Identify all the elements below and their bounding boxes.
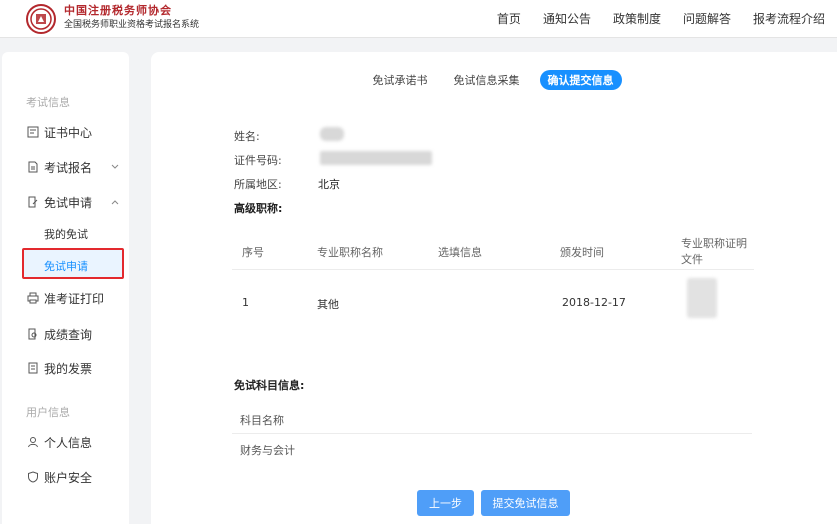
region-value: 北京 <box>318 178 340 191</box>
nav-process[interactable]: 报考流程介绍 <box>753 0 825 38</box>
certificate-icon <box>26 125 40 139</box>
sidebar-item-label: 免试申请 <box>44 195 93 210</box>
step-confirm-submit[interactable]: 确认提交信息 <box>539 70 622 90</box>
step-tabs: 免试承诺书 免试信息采集 确认提交信息 <box>151 70 837 90</box>
document-icon <box>26 160 40 174</box>
chevron-down-icon <box>110 161 120 175</box>
row-title-name: 其他 <box>317 298 339 311</box>
table-row: 1 其他 2018-12-17 <box>232 270 754 336</box>
sidebar: 考试信息 证书中心 考试报名 免试申请 我的免试 免试申请 准考证打印 成绩查询… <box>2 52 129 524</box>
sidebar-item-exemption[interactable]: 免试申请 <box>26 192 126 212</box>
top-header: 中国注册税务师协会 全国税务师职业资格考试报名系统 首页 通知公告 政策制度 问… <box>0 0 837 38</box>
row-issue-date: 2018-12-17 <box>562 296 626 309</box>
name-label: 姓名: <box>234 130 260 143</box>
exempt-subject-table: 科目名称 财务与会计 <box>232 404 752 464</box>
nav-notices[interactable]: 通知公告 <box>543 0 591 38</box>
sidebar-item-label: 准考证打印 <box>44 291 105 306</box>
title-table-header: 序号 专业职称名称 选填信息 颁发时间 专业职称证明文件 <box>232 230 754 270</box>
exempt-table-header: 科目名称 <box>232 404 752 434</box>
sidebar-item-registration[interactable]: 考试报名 <box>26 157 126 177</box>
sidebar-item-label: 成绩查询 <box>44 327 93 342</box>
nav-home[interactable]: 首页 <box>497 0 521 38</box>
main-panel: 免试承诺书 免试信息采集 确认提交信息 姓名: 证件号码: 所属地区: 北京 高… <box>151 52 837 524</box>
col-issue-date: 颁发时间 <box>560 246 604 259</box>
sidebar-item-invoices[interactable]: 我的发票 <box>26 358 92 378</box>
sidebar-item-security[interactable]: 账户安全 <box>26 467 92 487</box>
name-value-redacted <box>320 127 344 141</box>
sidebar-item-label: 个人信息 <box>44 435 93 450</box>
step-commitment[interactable]: 免试承诺书 <box>367 70 434 90</box>
chevron-up-icon <box>110 196 120 210</box>
nav-faq[interactable]: 问题解答 <box>683 0 731 38</box>
sidebar-item-admission-print[interactable]: 准考证打印 <box>26 288 104 308</box>
col-subject-name: 科目名称 <box>240 414 284 427</box>
sidebar-item-scores[interactable]: 成绩查询 <box>26 324 92 344</box>
step-info-collection[interactable]: 免试信息采集 <box>448 70 526 90</box>
person-icon <box>26 435 40 449</box>
table-row: 财务与会计 <box>232 434 752 464</box>
sidebar-item-label: 证书中心 <box>44 125 93 140</box>
edit-icon <box>26 195 40 209</box>
sidebar-item-certificate[interactable]: 证书中心 <box>26 122 92 142</box>
sidebar-group-user: 用户信息 <box>26 406 70 419</box>
nav-policies[interactable]: 政策制度 <box>613 0 661 38</box>
region-label: 所属地区: <box>234 178 282 191</box>
exempt-subject-heading: 免试科目信息: <box>234 379 305 392</box>
submit-exemption-button[interactable]: 提交免试信息 <box>481 490 570 516</box>
id-value-redacted <box>320 151 432 165</box>
col-title-name: 专业职称名称 <box>317 246 383 259</box>
printer-icon <box>26 291 40 305</box>
brand: 中国注册税务师协会 全国税务师职业资格考试报名系统 <box>64 4 199 32</box>
brand-title: 中国注册税务师协会 <box>64 4 172 17</box>
proof-file-thumbnail[interactable] <box>687 278 717 318</box>
id-label: 证件号码: <box>234 154 282 167</box>
senior-title-heading: 高级职称: <box>234 202 283 215</box>
shield-icon <box>26 470 40 484</box>
search-doc-icon <box>26 327 40 341</box>
prev-step-button[interactable]: 上一步 <box>417 490 474 516</box>
association-logo-icon <box>26 4 56 34</box>
invoice-icon <box>26 361 40 375</box>
top-nav: 首页 通知公告 政策制度 问题解答 报考流程介绍 <box>497 0 825 38</box>
col-extra-info: 选填信息 <box>438 246 482 259</box>
sidebar-sub-exemption-apply[interactable]: 免试申请 <box>44 258 88 274</box>
sidebar-item-profile[interactable]: 个人信息 <box>26 432 92 452</box>
col-index: 序号 <box>242 246 264 259</box>
row-index: 1 <box>242 296 249 309</box>
sidebar-item-label: 我的发票 <box>44 361 93 376</box>
sidebar-item-label: 账户安全 <box>44 470 93 485</box>
brand-subtitle: 全国税务师职业资格考试报名系统 <box>64 20 200 30</box>
sidebar-group-exam: 考试信息 <box>26 96 70 109</box>
sidebar-sub-my-exemption[interactable]: 我的免试 <box>44 226 88 242</box>
col-proof-file: 专业职称证明文件 <box>681 237 747 266</box>
sidebar-item-label: 考试报名 <box>44 160 93 175</box>
title-table: 序号 专业职称名称 选填信息 颁发时间 专业职称证明文件 1 其他 2018-1… <box>232 230 754 336</box>
subject-name: 财务与会计 <box>240 444 295 457</box>
